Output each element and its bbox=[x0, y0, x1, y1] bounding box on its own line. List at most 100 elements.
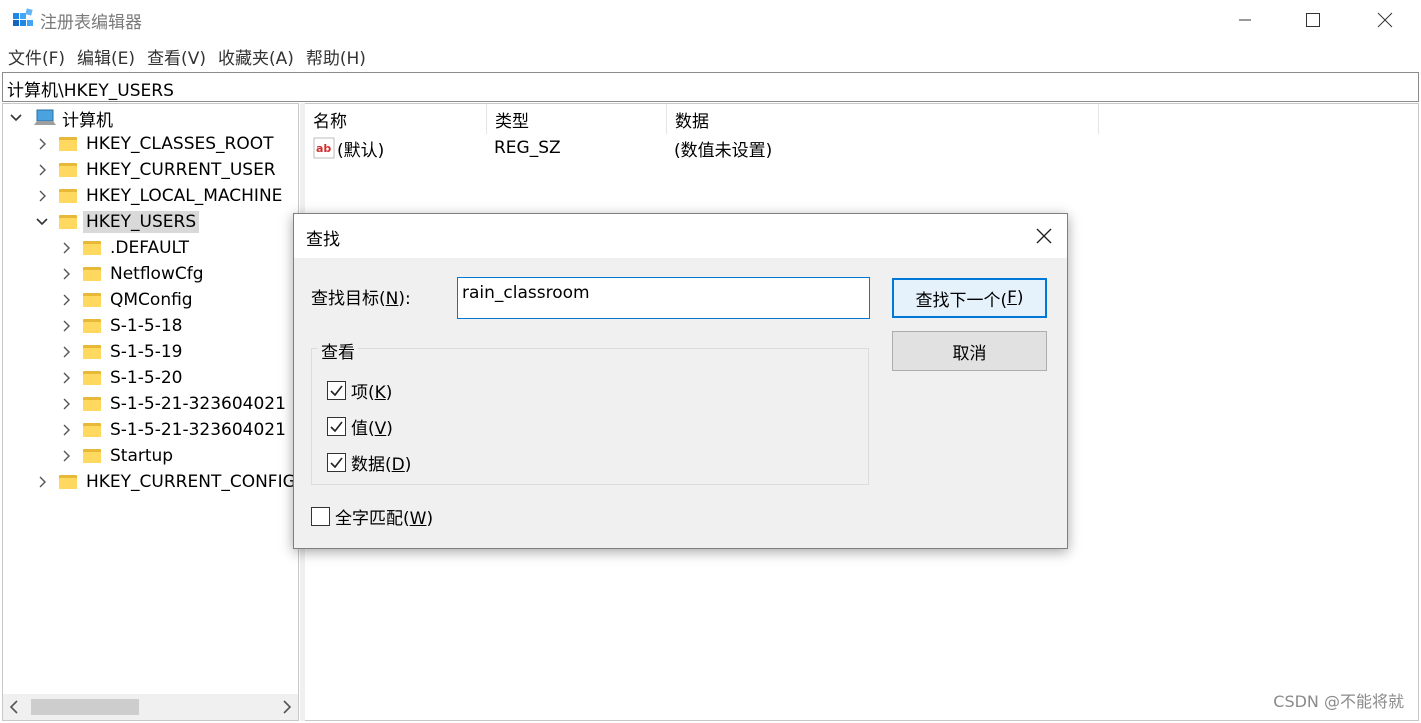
tree-label: 计算机 bbox=[62, 110, 113, 131]
chevron-right-icon[interactable] bbox=[35, 157, 49, 183]
folder-icon bbox=[83, 319, 101, 333]
svg-text:ab: ab bbox=[316, 142, 331, 155]
menu-view[interactable]: 查看(V) bbox=[143, 44, 210, 69]
folder-icon bbox=[83, 293, 101, 307]
checkmark-icon bbox=[330, 385, 343, 397]
chevron-right-icon[interactable] bbox=[59, 287, 73, 313]
values-label: 值(V) bbox=[351, 419, 393, 439]
cancel-button[interactable]: 取消 bbox=[892, 331, 1047, 371]
values-checkbox-row[interactable]: 值(V) bbox=[327, 414, 393, 439]
find-what-input[interactable] bbox=[457, 277, 870, 319]
tree-item-hkcr[interactable]: HKEY_CLASSES_ROOT bbox=[35, 131, 277, 157]
tree-item-hku[interactable]: HKEY_USERS bbox=[35, 209, 200, 235]
keys-checkbox-row[interactable]: 项(K) bbox=[327, 378, 392, 403]
chevron-right-icon[interactable] bbox=[35, 183, 49, 209]
chevron-down-icon[interactable] bbox=[9, 105, 23, 131]
tree-item-netflowcfg[interactable]: NetflowCfg bbox=[59, 261, 207, 287]
maximize-button[interactable] bbox=[1278, 0, 1348, 40]
chevron-right-icon[interactable] bbox=[35, 469, 49, 495]
tree-label: S-1-5-18 bbox=[110, 316, 183, 336]
menu-bar: 文件(F) 编辑(E) 查看(V) 收藏夹(A) 帮助(H) bbox=[0, 42, 1421, 70]
chevron-right-icon[interactable] bbox=[59, 391, 73, 417]
checkmark-icon bbox=[330, 421, 343, 433]
folder-icon bbox=[59, 475, 77, 489]
tree-label: HKEY_CURRENT_CONFIG bbox=[86, 472, 296, 492]
chevron-right-icon[interactable] bbox=[59, 313, 73, 339]
data-checkbox[interactable] bbox=[327, 453, 346, 472]
tree-item-startup[interactable]: Startup bbox=[59, 443, 176, 469]
tree-item-hkcu[interactable]: HKEY_CURRENT_USER bbox=[35, 157, 279, 183]
tree-label-selected: HKEY_USERS bbox=[83, 211, 200, 233]
chevron-right-icon[interactable] bbox=[59, 365, 73, 391]
address-bar[interactable]: 计算机\HKEY_USERS bbox=[2, 72, 1419, 102]
tree-label: S-1-5-19 bbox=[110, 342, 183, 362]
tree-item-s-1-5-19[interactable]: S-1-5-19 bbox=[59, 339, 185, 365]
chevron-right-icon[interactable] bbox=[59, 443, 73, 469]
folder-icon bbox=[59, 163, 77, 177]
list-row-name[interactable]: ab (默认) bbox=[313, 135, 384, 161]
tree-label: HKEY_CLASSES_ROOT bbox=[86, 134, 274, 154]
match-whole-label: 全字匹配(W) bbox=[335, 509, 434, 529]
folder-icon bbox=[83, 397, 101, 411]
tree-item-s-1-5-20[interactable]: S-1-5-20 bbox=[59, 365, 185, 391]
dialog-close-button[interactable] bbox=[1029, 222, 1059, 250]
minimize-icon bbox=[1239, 19, 1251, 21]
find-what-label: 查找目标(N): bbox=[311, 289, 411, 309]
tree-item-s-1-5-21-a[interactable]: S-1-5-21-323604021 bbox=[59, 391, 289, 417]
chevron-right-icon[interactable] bbox=[59, 417, 73, 443]
chevron-down-icon[interactable] bbox=[35, 209, 49, 235]
registry-tree[interactable]: 计算机 HKEY_CLASSES_ROOT HKEY_CURRENT_USER … bbox=[2, 103, 299, 721]
data-label: 数据(D) bbox=[351, 455, 412, 475]
window-title: 注册表编辑器 bbox=[40, 13, 142, 33]
tree-label: .DEFAULT bbox=[110, 238, 190, 258]
look-at-label: 查看 bbox=[318, 338, 358, 363]
tree-item-qmconfig[interactable]: QMConfig bbox=[59, 287, 196, 313]
match-whole-checkbox-row[interactable]: 全字匹配(W) bbox=[311, 504, 433, 529]
tree-item-default[interactable]: .DEFAULT bbox=[59, 235, 192, 261]
column-header-name[interactable]: 名称 bbox=[305, 104, 487, 134]
list-cell-type: REG_SZ bbox=[494, 138, 561, 158]
scroll-right-arrow-icon[interactable] bbox=[282, 700, 292, 714]
folder-icon bbox=[83, 241, 101, 255]
folder-icon bbox=[83, 371, 101, 385]
tree-item-hkcc[interactable]: HKEY_CURRENT_CONFIG bbox=[35, 469, 298, 495]
chevron-right-icon[interactable] bbox=[59, 235, 73, 261]
tree-horizontal-scrollbar[interactable] bbox=[3, 694, 298, 720]
close-icon bbox=[1377, 12, 1393, 28]
menu-favorites[interactable]: 收藏夹(A) bbox=[214, 44, 298, 69]
computer-icon bbox=[34, 109, 56, 125]
keys-checkbox[interactable] bbox=[327, 381, 346, 400]
scroll-left-arrow-icon[interactable] bbox=[9, 700, 19, 714]
tree-label: HKEY_LOCAL_MACHINE bbox=[86, 186, 283, 206]
minimize-button[interactable] bbox=[1210, 0, 1280, 40]
tree-label: NetflowCfg bbox=[110, 264, 204, 284]
chevron-right-icon[interactable] bbox=[35, 131, 49, 157]
checkmark-icon bbox=[330, 457, 343, 469]
tree-label: S-1-5-21-323604021 bbox=[110, 420, 286, 440]
chevron-right-icon[interactable] bbox=[59, 261, 73, 287]
folder-icon bbox=[83, 449, 101, 463]
data-checkbox-row[interactable]: 数据(D) bbox=[327, 450, 411, 475]
maximize-icon bbox=[1306, 13, 1320, 27]
folder-icon bbox=[59, 215, 77, 229]
tree-item-s-1-5-21-b[interactable]: S-1-5-21-323604021 bbox=[59, 417, 289, 443]
find-next-button[interactable]: 查找下一个(F) bbox=[892, 278, 1047, 318]
regedit-app-icon bbox=[13, 8, 33, 26]
tree-item-hklm[interactable]: HKEY_LOCAL_MACHINE bbox=[35, 183, 285, 209]
list-cell-data: (数值未设置) bbox=[674, 140, 773, 161]
close-button[interactable] bbox=[1350, 0, 1420, 40]
values-checkbox[interactable] bbox=[327, 417, 346, 436]
menu-help[interactable]: 帮助(H) bbox=[302, 44, 370, 69]
scrollbar-thumb[interactable] bbox=[31, 699, 139, 715]
window-titlebar: 注册表编辑器 bbox=[0, 0, 1421, 40]
menu-file[interactable]: 文件(F) bbox=[4, 44, 69, 69]
menu-edit[interactable]: 编辑(E) bbox=[73, 44, 139, 69]
match-whole-checkbox[interactable] bbox=[311, 507, 330, 526]
chevron-right-icon[interactable] bbox=[59, 339, 73, 365]
dialog-title: 查找 bbox=[306, 230, 340, 250]
column-header-data[interactable]: 数据 bbox=[667, 104, 1099, 134]
list-cell-name: (默认) bbox=[337, 140, 385, 161]
column-header-type[interactable]: 类型 bbox=[487, 104, 667, 134]
tree-item-s-1-5-18[interactable]: S-1-5-18 bbox=[59, 313, 185, 339]
tree-item-computer[interactable]: 计算机 bbox=[9, 105, 116, 131]
